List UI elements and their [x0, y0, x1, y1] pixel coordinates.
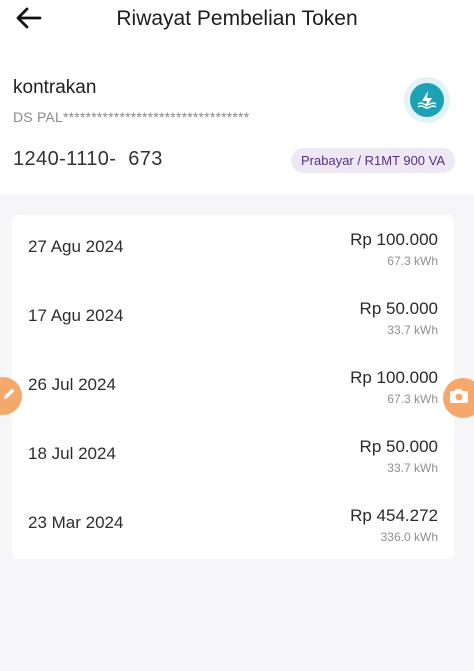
purchase-kwh: 336.0 kWh — [380, 530, 438, 544]
camera-icon — [449, 387, 469, 410]
history-row[interactable]: 26 Jul 2024 Rp 100.000 67.3 kWh — [12, 353, 454, 422]
history-row[interactable]: 17 Agu 2024 Rp 50.000 33.7 kWh — [12, 284, 454, 353]
purchase-amount: Rp 454.272 — [350, 506, 438, 525]
page-title: Riwayat Pembelian Token — [116, 7, 358, 30]
purchase-date: 23 Mar 2024 — [28, 513, 124, 532]
purchase-date: 18 Jul 2024 — [28, 444, 116, 463]
account-card: kontrakan DS PAL************************… — [0, 42, 474, 194]
pencil-icon — [1, 386, 17, 407]
purchase-kwh: 67.3 kWh — [387, 254, 438, 268]
purchase-amount: Rp 100.000 — [350, 368, 438, 387]
purchase-date: 17 Agu 2024 — [28, 306, 124, 325]
purchase-date: 27 Agu 2024 — [28, 237, 124, 256]
app-header: Riwayat Pembelian Token — [0, 0, 474, 42]
purchase-amount: Rp 50.000 — [359, 299, 438, 318]
pln-logo-icon — [404, 77, 450, 123]
meter-number: 1240-1110- 673 — [13, 148, 163, 170]
page: Riwayat Pembelian Token kontrakan DS PAL… — [0, 0, 474, 671]
tariff-badge: Prabayar / R1MT 900 VA — [291, 148, 456, 173]
purchase-amount: Rp 50.000 — [359, 437, 438, 456]
purchase-kwh: 67.3 kWh — [387, 392, 438, 406]
purchase-kwh: 33.7 kWh — [387, 461, 438, 475]
purchase-kwh: 33.7 kWh — [387, 323, 438, 337]
purchase-history-list: 27 Agu 2024 Rp 100.000 67.3 kWh 17 Agu 2… — [12, 215, 454, 559]
history-row[interactable]: 18 Jul 2024 Rp 50.000 33.7 kWh — [12, 422, 454, 491]
account-address: DS PAL********************************* — [13, 109, 250, 125]
history-row[interactable]: 23 Mar 2024 Rp 454.272 336.0 kWh — [12, 491, 454, 560]
purchase-date: 26 Jul 2024 — [28, 375, 116, 394]
history-row[interactable]: 27 Agu 2024 Rp 100.000 67.3 kWh — [12, 215, 454, 284]
purchase-amount: Rp 100.000 — [350, 230, 438, 249]
account-name: kontrakan — [13, 77, 97, 98]
